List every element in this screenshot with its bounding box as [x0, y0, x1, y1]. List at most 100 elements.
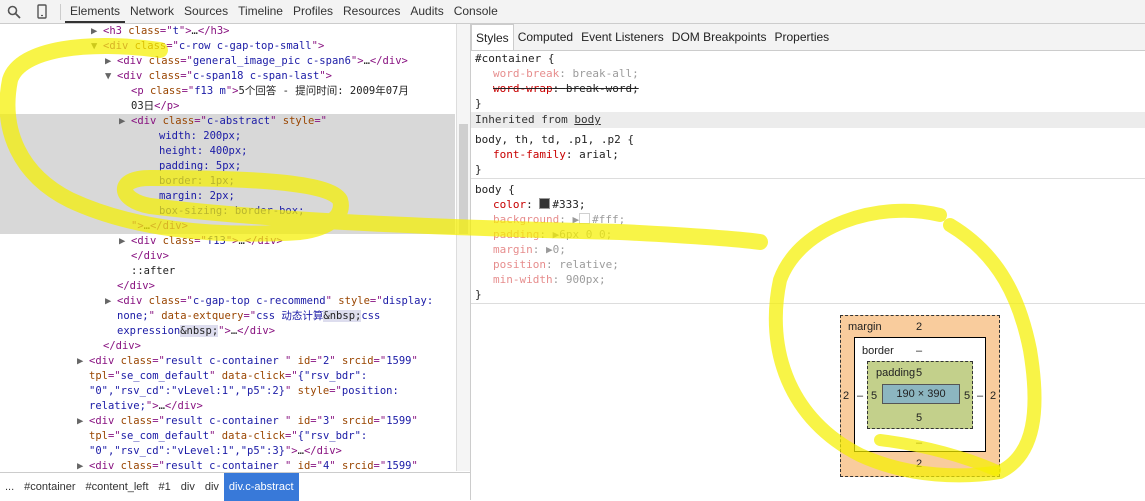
tab-network[interactable]: Network [125, 0, 179, 23]
breadcrumb-item[interactable]: div [176, 481, 200, 493]
sidebar-tab-dom-breakpoints[interactable]: DOM Breakpoints [668, 24, 771, 50]
tab-timeline[interactable]: Timeline [233, 0, 288, 23]
tab-elements[interactable]: Elements [65, 0, 126, 23]
dom-node-line[interactable]: ▶ <div class="f13">…</div> [0, 234, 455, 249]
expand-arrow-icon[interactable]: ▶ [546, 243, 553, 256]
dom-node-line[interactable]: ▶ <div class="result c-container " id="3"… [0, 414, 455, 429]
dom-node-line[interactable]: width: 200px; [0, 129, 455, 144]
color-swatch[interactable] [539, 198, 551, 209]
dom-node-line[interactable]: ▶ <div class="result c-container " id="4"… [0, 459, 455, 471]
dom-token: border: 1px; [159, 175, 235, 187]
dom-node-line[interactable]: </div> [0, 249, 455, 264]
breadcrumb-item[interactable]: #container [19, 481, 80, 493]
border-left-value[interactable]: – [857, 390, 863, 402]
expand-triangle-icon[interactable]: ▶ [77, 459, 89, 471]
tab-audits[interactable]: Audits [405, 0, 448, 23]
dom-node-line[interactable]: ▶ <div class="c-abstract" style=" [0, 114, 455, 129]
margin-bottom-value[interactable]: 2 [916, 458, 922, 470]
dom-node-line[interactable]: </div> [0, 279, 455, 294]
dom-tree[interactable]: ▶ <h3 class="t">…</h3> ▼ <div class="c-row … [0, 24, 455, 471]
dom-node-line[interactable]: "0","rsv_cd":"vLevel:1","p5":3}">…</div> [0, 444, 455, 459]
dom-token: "> [350, 55, 364, 67]
margin-right-value[interactable]: 2 [990, 390, 996, 402]
dom-node-line[interactable]: </div> [0, 339, 455, 354]
dom-token: data-click [221, 430, 286, 442]
rule-prop-word-break[interactable]: word-break: break-all; [493, 66, 639, 81]
expand-triangle-icon[interactable]: ▶ [77, 354, 89, 369]
padding-right-value[interactable]: 5 [964, 390, 970, 402]
expand-arrow-icon[interactable]: ▶ [572, 213, 579, 226]
dom-node-line[interactable]: ▼ <div class="c-span18 c-span-last"> [0, 69, 455, 84]
expand-triangle-icon[interactable]: ▶ [105, 54, 117, 69]
border-bottom-value[interactable]: – [916, 437, 922, 449]
rule-prop-padding[interactable]: padding: ▶6px 0 0; [493, 227, 612, 242]
rule-prop-position[interactable]: position: relative; [493, 257, 619, 272]
rule-prop-background[interactable]: background: ▶ #fff; [493, 212, 625, 227]
dom-node-line[interactable]: ▶ <div class="c-gap-top c-recommend" styl… [0, 294, 455, 309]
padding-left-value[interactable]: 5 [871, 390, 877, 402]
box-model-content[interactable]: 190 × 390 [882, 384, 960, 404]
dom-node-line[interactable]: expression&nbsp;">…</div> [0, 324, 455, 339]
dom-node-line[interactable]: ▶ <div class="result c-container " id="2"… [0, 354, 455, 369]
dom-node-line[interactable]: tpl="se_com_default" data-click="{"rsv_b… [0, 369, 455, 384]
inherited-link[interactable]: body [574, 113, 601, 126]
dom-node-line[interactable]: none;" data-extquery="css 动态计算&nbsp;css [0, 309, 455, 324]
tab-profiles[interactable]: Profiles [288, 0, 338, 23]
rule-prop-font-family[interactable]: font-family: arial; [493, 147, 619, 162]
expand-triangle-icon[interactable]: ▶ [119, 234, 131, 249]
dom-node-line[interactable]: <p class="f13 m">5个回答 - 提问时间: 2009年07月 [0, 84, 455, 99]
border-top-value[interactable]: – [916, 345, 922, 357]
rule-selector-body-th-td[interactable]: body, th, td, .p1, .p2 { [475, 132, 634, 147]
expand-triangle-icon[interactable]: ▶ [105, 294, 117, 309]
dom-node-line[interactable]: height: 400px; [0, 144, 455, 159]
rule-prop-margin[interactable]: margin: ▶0; [493, 242, 566, 257]
dom-scrollbar[interactable] [456, 24, 470, 471]
dom-node-line[interactable]: tpl="se_com_default" data-click="{"rsv_b… [0, 429, 455, 444]
dom-node-line[interactable]: ::after [0, 264, 455, 279]
border-right-value[interactable]: – [977, 390, 983, 402]
sidebar-tab-computed[interactable]: Computed [514, 24, 577, 50]
sidebar-tab-properties[interactable]: Properties [770, 24, 833, 50]
color-swatch[interactable] [579, 213, 591, 224]
prop-value: #fff; [592, 213, 626, 226]
breadcrumb-item[interactable]: div.c-abstract [223, 473, 299, 501]
dom-node-line[interactable]: ▶ <h3 class="t">…</h3> [0, 24, 455, 39]
rule-selector-container[interactable]: #container { [475, 51, 554, 66]
dom-token: class [162, 235, 195, 247]
padding-bottom-value[interactable]: 5 [916, 412, 922, 424]
breadcrumb-item[interactable]: ... [0, 481, 19, 493]
dom-node-line[interactable]: box-sizing: border-box; [0, 204, 455, 219]
tab-console[interactable]: Console [449, 0, 503, 23]
dom-node-line[interactable]: relative;">…</div> [0, 399, 455, 414]
dom-node-line[interactable]: ▼ <div class="c-row c-gap-top-small"> [0, 39, 455, 54]
dom-node-line[interactable]: 03日</p> [0, 99, 455, 114]
rule-prop-min-width[interactable]: min-width: 900px; [493, 272, 606, 287]
expand-triangle-icon[interactable]: ▶ [77, 414, 89, 429]
margin-top-value[interactable]: 2 [916, 321, 922, 333]
margin-left-value[interactable]: 2 [843, 390, 849, 402]
tab-resources[interactable]: Resources [338, 0, 405, 23]
expand-triangle-icon[interactable]: ▶ [91, 24, 103, 39]
dom-node-line[interactable]: ▶ <div class="general_image_pic c-span6">… [0, 54, 455, 69]
collapse-triangle-icon[interactable]: ▼ [91, 39, 103, 54]
tab-sources[interactable]: Sources [179, 0, 233, 23]
sidebar-tab-styles[interactable]: Styles [471, 24, 514, 50]
collapse-triangle-icon[interactable]: ▼ [105, 69, 117, 84]
expand-triangle-icon[interactable]: ▶ [119, 114, 131, 129]
rule-prop-color[interactable]: color: #333; [493, 197, 586, 212]
inspect-search-icon[interactable] [0, 0, 28, 23]
dom-node-line[interactable]: ">…</div> [0, 219, 455, 234]
padding-top-value[interactable]: 5 [916, 367, 922, 379]
breadcrumb-item[interactable]: div [200, 481, 224, 493]
dom-scrollbar-thumb[interactable] [459, 124, 468, 234]
dom-node-line[interactable]: margin: 2px; [0, 189, 455, 204]
rule-selector-body[interactable]: body { [475, 182, 515, 197]
dom-node-line[interactable]: padding: 5px; [0, 159, 455, 174]
dom-node-line[interactable]: "0","rsv_cd":"vLevel:1","p5":2}" style="… [0, 384, 455, 399]
dom-node-line[interactable]: border: 1px; [0, 174, 455, 189]
breadcrumb-item[interactable]: #content_left [81, 481, 154, 493]
rule-prop-word-wrap[interactable]: word-wrap: break-word; [493, 81, 639, 96]
sidebar-tab-event-listeners[interactable]: Event Listeners [577, 24, 668, 50]
device-mode-icon[interactable] [28, 0, 56, 23]
breadcrumb-item[interactable]: #1 [154, 481, 176, 493]
